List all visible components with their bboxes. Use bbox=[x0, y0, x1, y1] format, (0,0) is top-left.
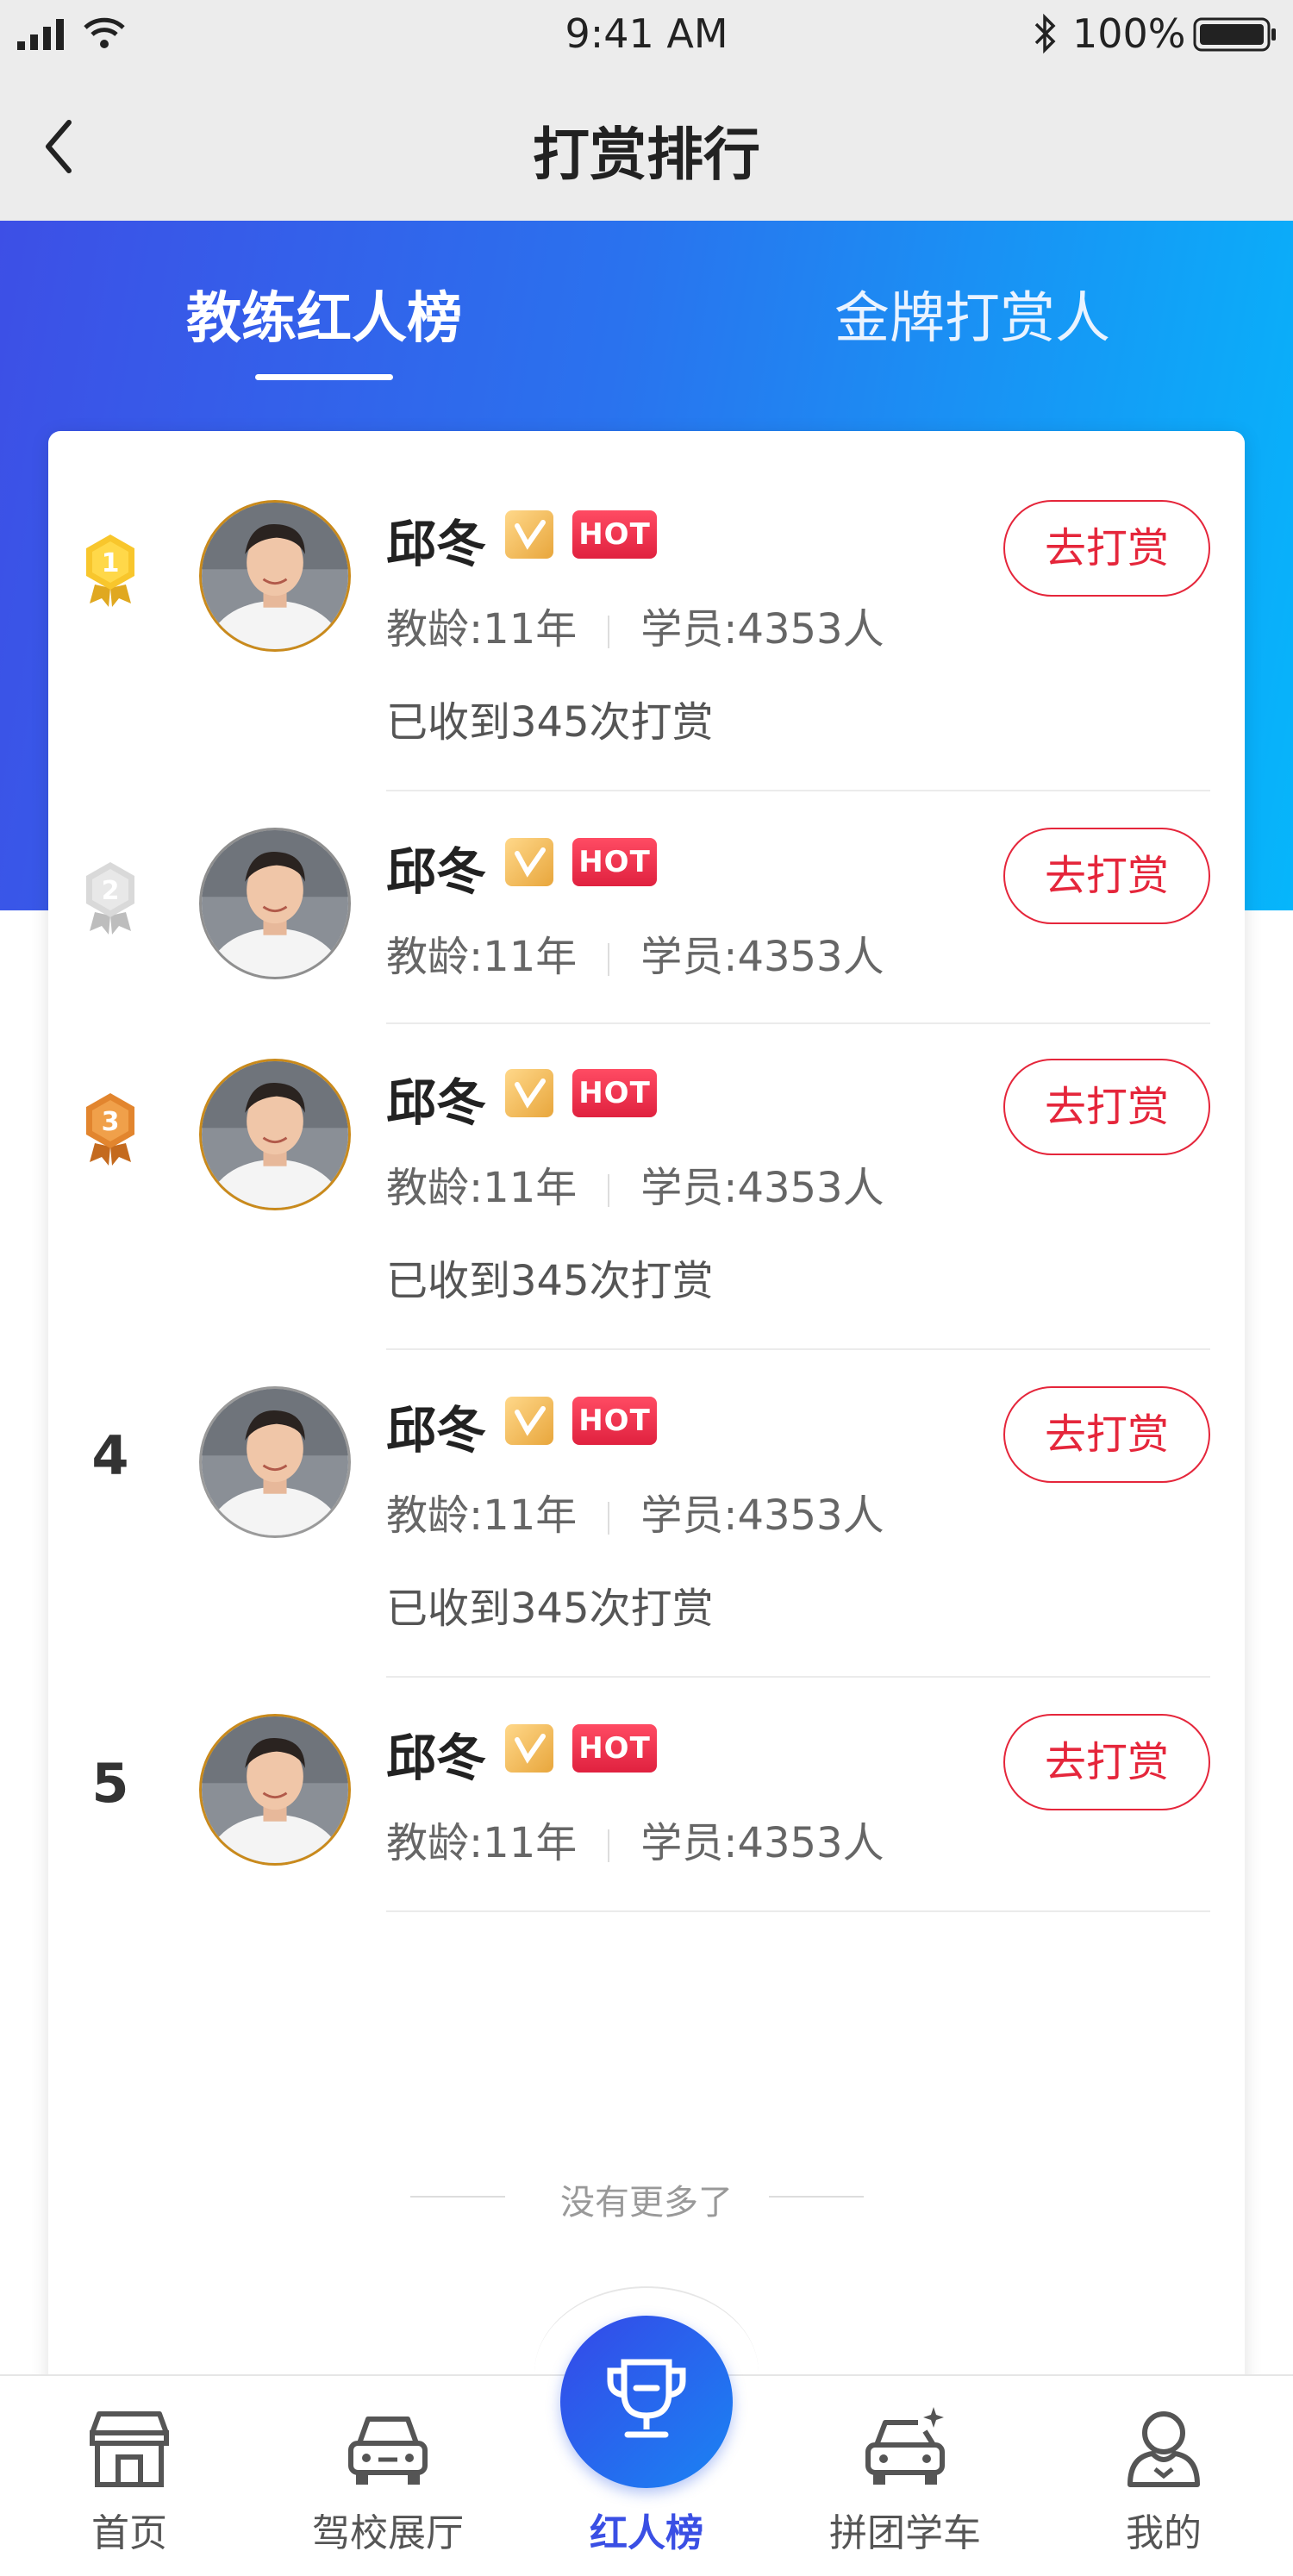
avatar[interactable] bbox=[199, 1059, 351, 1210]
row-divider bbox=[386, 1910, 1210, 1912]
hot-badge: HOT bbox=[572, 1724, 657, 1773]
rank-number: 4 bbox=[91, 1424, 129, 1487]
avatar[interactable] bbox=[199, 1386, 351, 1538]
verified-icon bbox=[505, 1724, 553, 1773]
verified-icon bbox=[505, 510, 553, 559]
coach-meta: 教龄:11年 学员:4353人 bbox=[386, 595, 884, 655]
coach-meta: 教龄:11年 学员:4353人 bbox=[386, 1154, 884, 1214]
battery-percent: 100% bbox=[1072, 10, 1186, 57]
coach-meta: 教龄:11年 学员:4353人 bbox=[386, 922, 884, 983]
coach-name: 邱冬 bbox=[386, 515, 487, 573]
coach-name: 邱冬 bbox=[386, 842, 487, 901]
silver-medal-icon: 2 bbox=[86, 862, 134, 935]
student-count: 学员:4353人 bbox=[640, 605, 884, 653]
reward-button[interactable]: 去打赏 bbox=[1003, 1386, 1210, 1483]
teaching-years: 教龄:11年 bbox=[386, 1491, 578, 1540]
tab-school-hall[interactable]: 驾校展厅 bbox=[259, 2374, 517, 2576]
tab-label: 驾校展厅 bbox=[312, 2511, 464, 2555]
meta-separator bbox=[608, 943, 610, 976]
tip-count: 已收到345次打赏 bbox=[386, 1257, 714, 1305]
nav-bar: 打赏排行 bbox=[0, 72, 1293, 221]
store-icon bbox=[90, 2411, 169, 2487]
avatar[interactable] bbox=[199, 1714, 351, 1866]
reward-button[interactable]: 去打赏 bbox=[1003, 1714, 1210, 1810]
tab-ranking[interactable]: 红人榜 bbox=[517, 2374, 776, 2576]
status-bar: 9:41 AM 100% bbox=[0, 0, 1293, 72]
meta-separator bbox=[608, 1174, 610, 1207]
tab-group-learning[interactable]: 拼团学车 bbox=[776, 2374, 1034, 2576]
student-count: 学员:4353人 bbox=[640, 1164, 884, 1212]
reward-button[interactable]: 去打赏 bbox=[1003, 500, 1210, 597]
coach-meta: 教龄:11年 学员:4353人 bbox=[386, 1809, 884, 1869]
svg-text:3: 3 bbox=[102, 1107, 120, 1137]
teaching-years: 教龄:11年 bbox=[386, 933, 578, 981]
tab-label: 首页 bbox=[91, 2511, 167, 2555]
rank-number: 5 bbox=[91, 1752, 129, 1815]
active-tab-indicator bbox=[255, 374, 393, 380]
gold-medal-icon: 1 bbox=[86, 535, 134, 607]
verified-icon bbox=[505, 1069, 553, 1117]
meta-separator bbox=[608, 1829, 610, 1862]
car-sparkle-icon bbox=[865, 2407, 945, 2485]
footer-line-right bbox=[769, 2196, 864, 2198]
coach-name: 邱冬 bbox=[386, 1729, 487, 1787]
car-icon bbox=[348, 2417, 428, 2485]
avatar[interactable] bbox=[199, 828, 351, 979]
meta-separator bbox=[608, 616, 610, 648]
svg-text:1: 1 bbox=[102, 548, 120, 578]
hot-badge: HOT bbox=[572, 838, 657, 886]
hot-badge: HOT bbox=[572, 510, 657, 559]
list-item: 3 邱冬 HOT 教龄:11年 学员:4353人 已收到345次打赏 去打赏 bbox=[48, 990, 1245, 1350]
reward-button[interactable]: 去打赏 bbox=[1003, 1059, 1210, 1155]
student-count: 学员:4353人 bbox=[640, 1819, 884, 1867]
student-count: 学员:4353人 bbox=[640, 1491, 884, 1540]
tab-label: 红人榜 bbox=[590, 2511, 703, 2555]
list-item: 4 邱冬 HOT 教龄:11年 学员:4353人 已收到345次打赏 去打赏 bbox=[48, 1317, 1245, 1678]
page: 9:41 AM 100% 打赏排行 教练红人榜 金牌打赏人 1 邱冬 HOT 教… bbox=[0, 0, 1293, 2576]
tip-count: 已收到345次打赏 bbox=[386, 698, 714, 747]
user-icon bbox=[1127, 2411, 1200, 2487]
teaching-years: 教龄:11年 bbox=[386, 1164, 578, 1212]
reward-button[interactable]: 去打赏 bbox=[1003, 828, 1210, 924]
svg-text:2: 2 bbox=[102, 876, 120, 906]
verified-icon bbox=[505, 838, 553, 886]
teaching-years: 教龄:11年 bbox=[386, 605, 578, 653]
list-item: 5 邱冬 HOT 教龄:11年 学员:4353人 去打赏 bbox=[48, 1645, 1245, 1912]
hot-badge: HOT bbox=[572, 1397, 657, 1445]
list-item: 1 邱冬 HOT 教龄:11年 学员:4353人 已收到345次打赏 去打赏 bbox=[48, 431, 1245, 793]
coach-name: 邱冬 bbox=[386, 1401, 487, 1460]
battery-icon bbox=[1193, 17, 1276, 52]
teaching-years: 教龄:11年 bbox=[386, 1819, 578, 1867]
avatar[interactable] bbox=[199, 500, 351, 652]
tab-gold-tipper[interactable]: 金牌打赏人 bbox=[834, 274, 1110, 353]
list-item: 2 邱冬 HOT 教龄:11年 学员:4353人 去打赏 bbox=[48, 759, 1245, 1024]
tab-label: 拼团学车 bbox=[829, 2511, 981, 2555]
bronze-medal-icon: 3 bbox=[86, 1093, 134, 1166]
tab-mine[interactable]: 我的 bbox=[1034, 2374, 1293, 2576]
no-more-text: 没有更多了 bbox=[560, 2183, 733, 2223]
coach-name: 邱冬 bbox=[386, 1073, 487, 1132]
page-title: 打赏排行 bbox=[533, 122, 760, 188]
tab-label: 我的 bbox=[1126, 2511, 1202, 2555]
tab-coach-ranking[interactable]: 教练红人榜 bbox=[186, 274, 462, 353]
ranking-card: 1 邱冬 HOT 教龄:11年学员:4353人 已收到345次打赏 去打赏 2 bbox=[48, 431, 1245, 2552]
tab-home[interactable]: 首页 bbox=[0, 2374, 259, 2576]
hot-badge: HOT bbox=[572, 1069, 657, 1117]
bluetooth-icon bbox=[1034, 13, 1056, 54]
coach-meta: 教龄:11年 学员:4353人 bbox=[386, 1481, 884, 1541]
meta-separator bbox=[608, 1502, 610, 1535]
student-count: 学员:4353人 bbox=[640, 933, 884, 981]
verified-icon bbox=[505, 1397, 553, 1445]
tip-count: 已收到345次打赏 bbox=[386, 1585, 714, 1633]
